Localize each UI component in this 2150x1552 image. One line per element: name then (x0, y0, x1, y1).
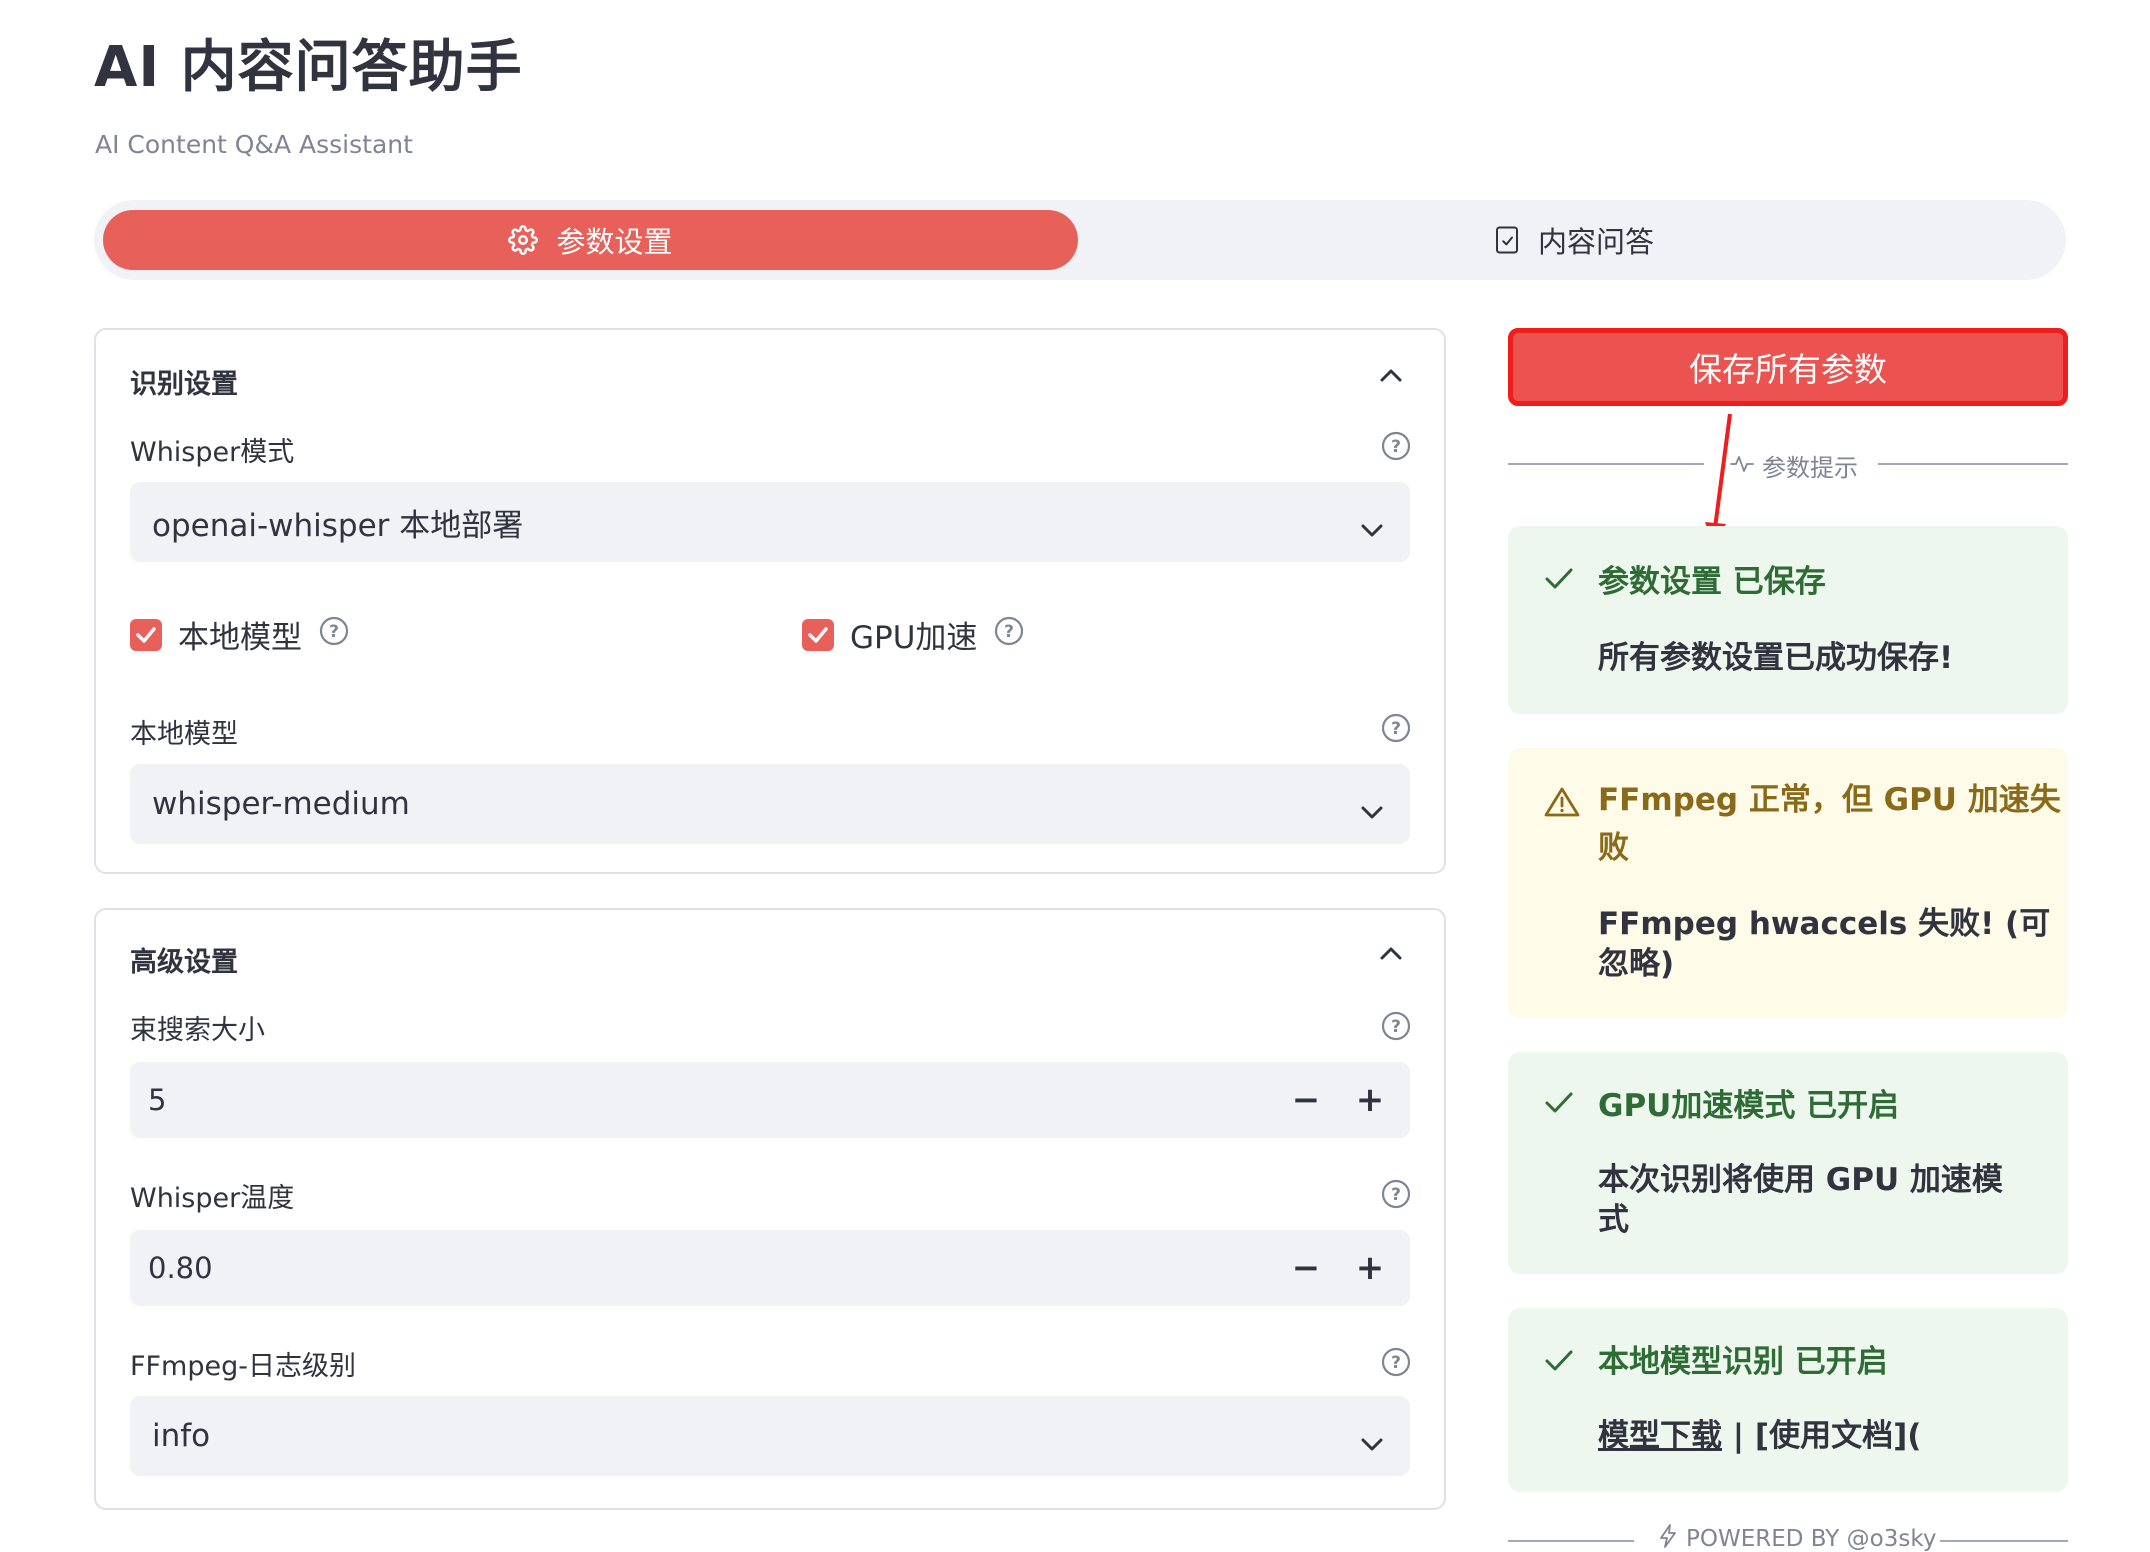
alert-body: 模型下载 | [使用文档]( (1598, 1416, 1921, 1456)
alert-body-line-1: 本次识别将使用 GPU 加速模 (1598, 1162, 2003, 1198)
hint-divider-label: 参数提示 (1762, 454, 1858, 482)
ffmpeg-log-level-value: info (152, 1418, 211, 1454)
alert-body-line-1: FFmpeg hwaccels 失败! (可 (1598, 906, 2051, 942)
lightning-icon (1658, 1524, 1678, 1552)
svg-text:?: ? (329, 622, 339, 642)
alert-body: 所有参数设置已成功保存! (1598, 640, 1954, 676)
footer-divider: POWERED BY @o3sky (1508, 1524, 2068, 1552)
tab-qa-label: 内容问答 (1537, 225, 1654, 259)
hint-divider: 参数提示 (1508, 444, 2068, 484)
local-model-label: 本地模型 (130, 719, 238, 750)
save-all-button[interactable]: 保存所有参数 (1508, 328, 2068, 406)
checkbox-checked-icon[interactable] (130, 618, 162, 651)
alert-gpu-enabled: GPU加速模式 已开启 本次识别将使用 GPU 加速模 式 (1508, 1052, 2068, 1274)
beam-size-value: 5 (148, 1083, 167, 1117)
help-icon[interactable]: ? (1380, 712, 1412, 748)
tab-qa[interactable]: 内容问答 (1094, 210, 2054, 270)
alert-body: FFmpeg hwaccels 失败! (可 忽略) (1598, 904, 2050, 984)
alert-params-saved: 参数设置 已保存 所有参数设置已成功保存! (1508, 526, 2068, 714)
whisper-temperature-label: Whisper温度 (130, 1183, 295, 1214)
chevron-up-icon[interactable] (1378, 366, 1404, 388)
check-icon (1544, 566, 1574, 596)
svg-text:?: ? (1391, 437, 1401, 457)
local-model-checkbox-label: 本地模型 (178, 620, 302, 656)
gear-icon (508, 225, 539, 255)
local-model-value: whisper-medium (152, 786, 410, 822)
check-icon (1544, 1348, 1574, 1378)
warning-icon (1544, 786, 1580, 822)
decrement-button[interactable]: − (1282, 1076, 1330, 1124)
svg-text:?: ? (1391, 1185, 1401, 1205)
alert-body-separator: | [ (1722, 1418, 1770, 1454)
whisper-mode-select[interactable]: openai-whisper 本地部署 (130, 482, 1410, 562)
ffmpeg-log-level-label: FFmpeg-日志级别 (130, 1351, 356, 1382)
advanced-settings-title[interactable]: 高级设置 (130, 940, 238, 979)
svg-text:?: ? (1391, 1353, 1401, 1373)
alert-title: 本地模型识别 已开启 (1598, 1344, 1888, 1380)
tab-bar: 参数设置 内容问答 (94, 200, 2066, 280)
whisper-mode-label: Whisper模式 (130, 437, 295, 468)
local-model-select[interactable]: whisper-medium (130, 764, 1410, 844)
decrement-button[interactable]: − (1282, 1244, 1330, 1292)
recognition-settings-title[interactable]: 识别设置 (130, 362, 238, 401)
svg-text:?: ? (1391, 1017, 1401, 1037)
help-icon[interactable]: ? (993, 615, 1025, 655)
help-icon[interactable]: ? (1380, 430, 1412, 466)
alert-title: GPU加速模式 已开启 (1598, 1088, 1900, 1124)
ffmpeg-log-level-select[interactable]: info (130, 1396, 1410, 1476)
beam-size-label: 束搜索大小 (130, 1015, 265, 1046)
increment-button[interactable]: + (1346, 1076, 1394, 1124)
alert-local-model-enabled: 本地模型识别 已开启 模型下载 | [使用文档]( (1508, 1308, 2068, 1492)
alert-title: FFmpeg 正常，但 GPU 加速失 败 (1598, 776, 2061, 872)
gpu-acceleration-checkbox-label: GPU加速 (850, 620, 978, 656)
beam-size-input[interactable]: 5 − + (130, 1062, 1410, 1138)
model-download-link[interactable]: 模型下载 (1598, 1418, 1722, 1454)
help-icon[interactable]: ? (318, 615, 350, 655)
check-icon (1544, 1090, 1574, 1120)
local-model-checkbox[interactable]: 本地模型 ? (130, 612, 350, 657)
powered-by-label: POWERED BY @o3sky (1686, 1526, 1937, 1552)
docs-link[interactable]: 使用文档 (1769, 1418, 1893, 1454)
recognition-settings-panel: 识别设置 Whisper模式 ? openai-whisper 本地部署 本地模… (94, 328, 1446, 874)
alert-body-line-2: 式 (1598, 1202, 1629, 1238)
whisper-mode-value: openai-whisper 本地部署 (152, 507, 524, 544)
chevron-down-icon (1360, 792, 1384, 828)
increment-button[interactable]: + (1346, 1244, 1394, 1292)
help-icon[interactable]: ? (1380, 1178, 1412, 1214)
svg-text:?: ? (1004, 622, 1014, 642)
chevron-down-icon (1360, 1424, 1384, 1460)
advanced-settings-panel: 高级设置 束搜索大小 ? 5 − + Whisper温度 ? 0.80 − + … (94, 908, 1446, 1510)
chevron-down-icon (1360, 510, 1384, 546)
svg-text:?: ? (1391, 719, 1401, 739)
alert-ffmpeg-gpu-warning: FFmpeg 正常，但 GPU 加速失 败 FFmpeg hwaccels 失败… (1508, 748, 2068, 1018)
checkbox-checked-icon[interactable] (802, 618, 834, 651)
app-title: AI 内容问答助手 (94, 35, 523, 100)
chevron-up-icon[interactable] (1378, 944, 1404, 966)
alert-title-line-1: FFmpeg 正常，但 GPU 加速失 (1598, 782, 2061, 818)
tab-settings[interactable]: 参数设置 (103, 210, 1078, 270)
alert-body-line-2: 忽略) (1598, 946, 1675, 982)
document-check-icon (1494, 225, 1520, 255)
whisper-temperature-input[interactable]: 0.80 − + (130, 1230, 1410, 1306)
gpu-acceleration-checkbox[interactable]: GPU加速 ? (802, 612, 1025, 657)
help-icon[interactable]: ? (1380, 1346, 1412, 1382)
alert-title-line-2: 败 (1598, 830, 1629, 866)
alert-body: 本次识别将使用 GPU 加速模 式 (1598, 1160, 2003, 1240)
whisper-temperature-value: 0.80 (148, 1251, 213, 1285)
alert-title: 参数设置 已保存 (1598, 564, 1826, 600)
tab-settings-label: 参数设置 (556, 225, 673, 259)
help-icon[interactable]: ? (1380, 1010, 1412, 1046)
alert-body-tail: ]( (1893, 1418, 1922, 1454)
app-subtitle: AI Content Q&A Assistant (95, 130, 413, 159)
